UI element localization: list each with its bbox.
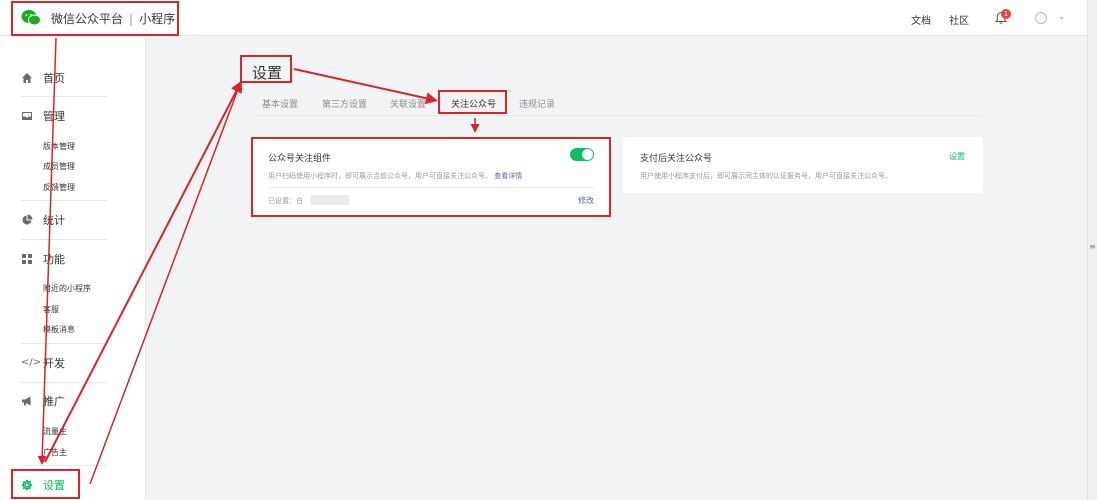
sidebar-subitem-nearby[interactable]: 附近的小程序 bbox=[43, 283, 91, 294]
sidebar-item-label: 功能 bbox=[43, 253, 65, 266]
sidebar-subitem-feedback[interactable]: 反馈管理 bbox=[43, 182, 75, 193]
divider bbox=[21, 382, 107, 383]
sidebar-item-label: 开发 bbox=[43, 357, 65, 370]
docs-link[interactable]: 文档 bbox=[911, 12, 931, 27]
sidebar-item-promote[interactable]: 推广 bbox=[21, 391, 65, 411]
pie-chart-icon bbox=[22, 214, 33, 225]
sidebar-item-label: 管理 bbox=[43, 110, 65, 123]
code-icon: </> bbox=[21, 357, 42, 368]
sidebar-subitem-template[interactable]: 模板消息 bbox=[43, 324, 75, 335]
setup-link[interactable]: 设置 bbox=[949, 151, 965, 162]
megaphone-icon bbox=[22, 396, 31, 406]
annotation-box-settings bbox=[11, 469, 80, 499]
sidebar-subitem-versions[interactable]: 版本管理 bbox=[43, 141, 75, 152]
annotation-box-card bbox=[251, 137, 611, 217]
sidebar-item-label: 统计 bbox=[43, 214, 65, 227]
sidebar-item-label: 推广 bbox=[43, 395, 65, 408]
card-title: 支付后关注公众号 bbox=[640, 154, 713, 164]
tab-linked[interactable]: 关联设置 bbox=[390, 97, 426, 110]
tab-third-party[interactable]: 第三方设置 bbox=[322, 97, 367, 110]
tab-basic[interactable]: 基本设置 bbox=[262, 97, 298, 110]
sidebar-item-develop[interactable]: </> 开发 bbox=[21, 353, 65, 373]
chevron-down-icon[interactable]: ⌄ bbox=[1058, 12, 1065, 21]
divider bbox=[21, 96, 107, 97]
divider bbox=[21, 239, 107, 240]
tab-violations[interactable]: 违规记录 bbox=[519, 97, 555, 110]
sidebar-item-label: 首页 bbox=[43, 72, 65, 85]
tab-underline bbox=[252, 115, 982, 116]
divider bbox=[21, 343, 107, 344]
scrollbar-grip-icon[interactable]: ≡ bbox=[1089, 242, 1096, 252]
annotation-box-brand bbox=[11, 1, 179, 36]
sidebar-item-features[interactable]: 功能 bbox=[21, 249, 65, 269]
sidebar-subitem-ads[interactable]: 广告主 bbox=[43, 447, 67, 458]
sidebar-subitem-service[interactable]: 客服 bbox=[43, 304, 59, 315]
sidebar-item-stats[interactable]: 统计 bbox=[21, 210, 65, 230]
divider bbox=[21, 200, 107, 201]
sidebar-subitem-traffic[interactable]: 流量主 bbox=[43, 426, 67, 437]
community-link[interactable]: 社区 bbox=[949, 12, 969, 27]
grid-icon bbox=[22, 254, 32, 264]
card-description: 用户使用小程序支付后，即可展示同主体的认证服务号，用户可直接关注公众号。 bbox=[640, 172, 892, 180]
divider bbox=[21, 465, 107, 466]
sidebar-subitem-members[interactable]: 成员管理 bbox=[43, 161, 75, 172]
avatar[interactable] bbox=[1035, 12, 1047, 24]
home-icon bbox=[22, 73, 32, 83]
pay-follow-card bbox=[623, 137, 983, 193]
annotation-box-tab bbox=[438, 90, 507, 114]
inbox-icon bbox=[22, 112, 32, 120]
annotation-box-title bbox=[240, 55, 292, 83]
notification-badge: 1 bbox=[1001, 9, 1011, 19]
sidebar-item-home[interactable]: 首页 bbox=[21, 68, 65, 88]
sidebar-item-manage[interactable]: 管理 bbox=[21, 106, 65, 126]
